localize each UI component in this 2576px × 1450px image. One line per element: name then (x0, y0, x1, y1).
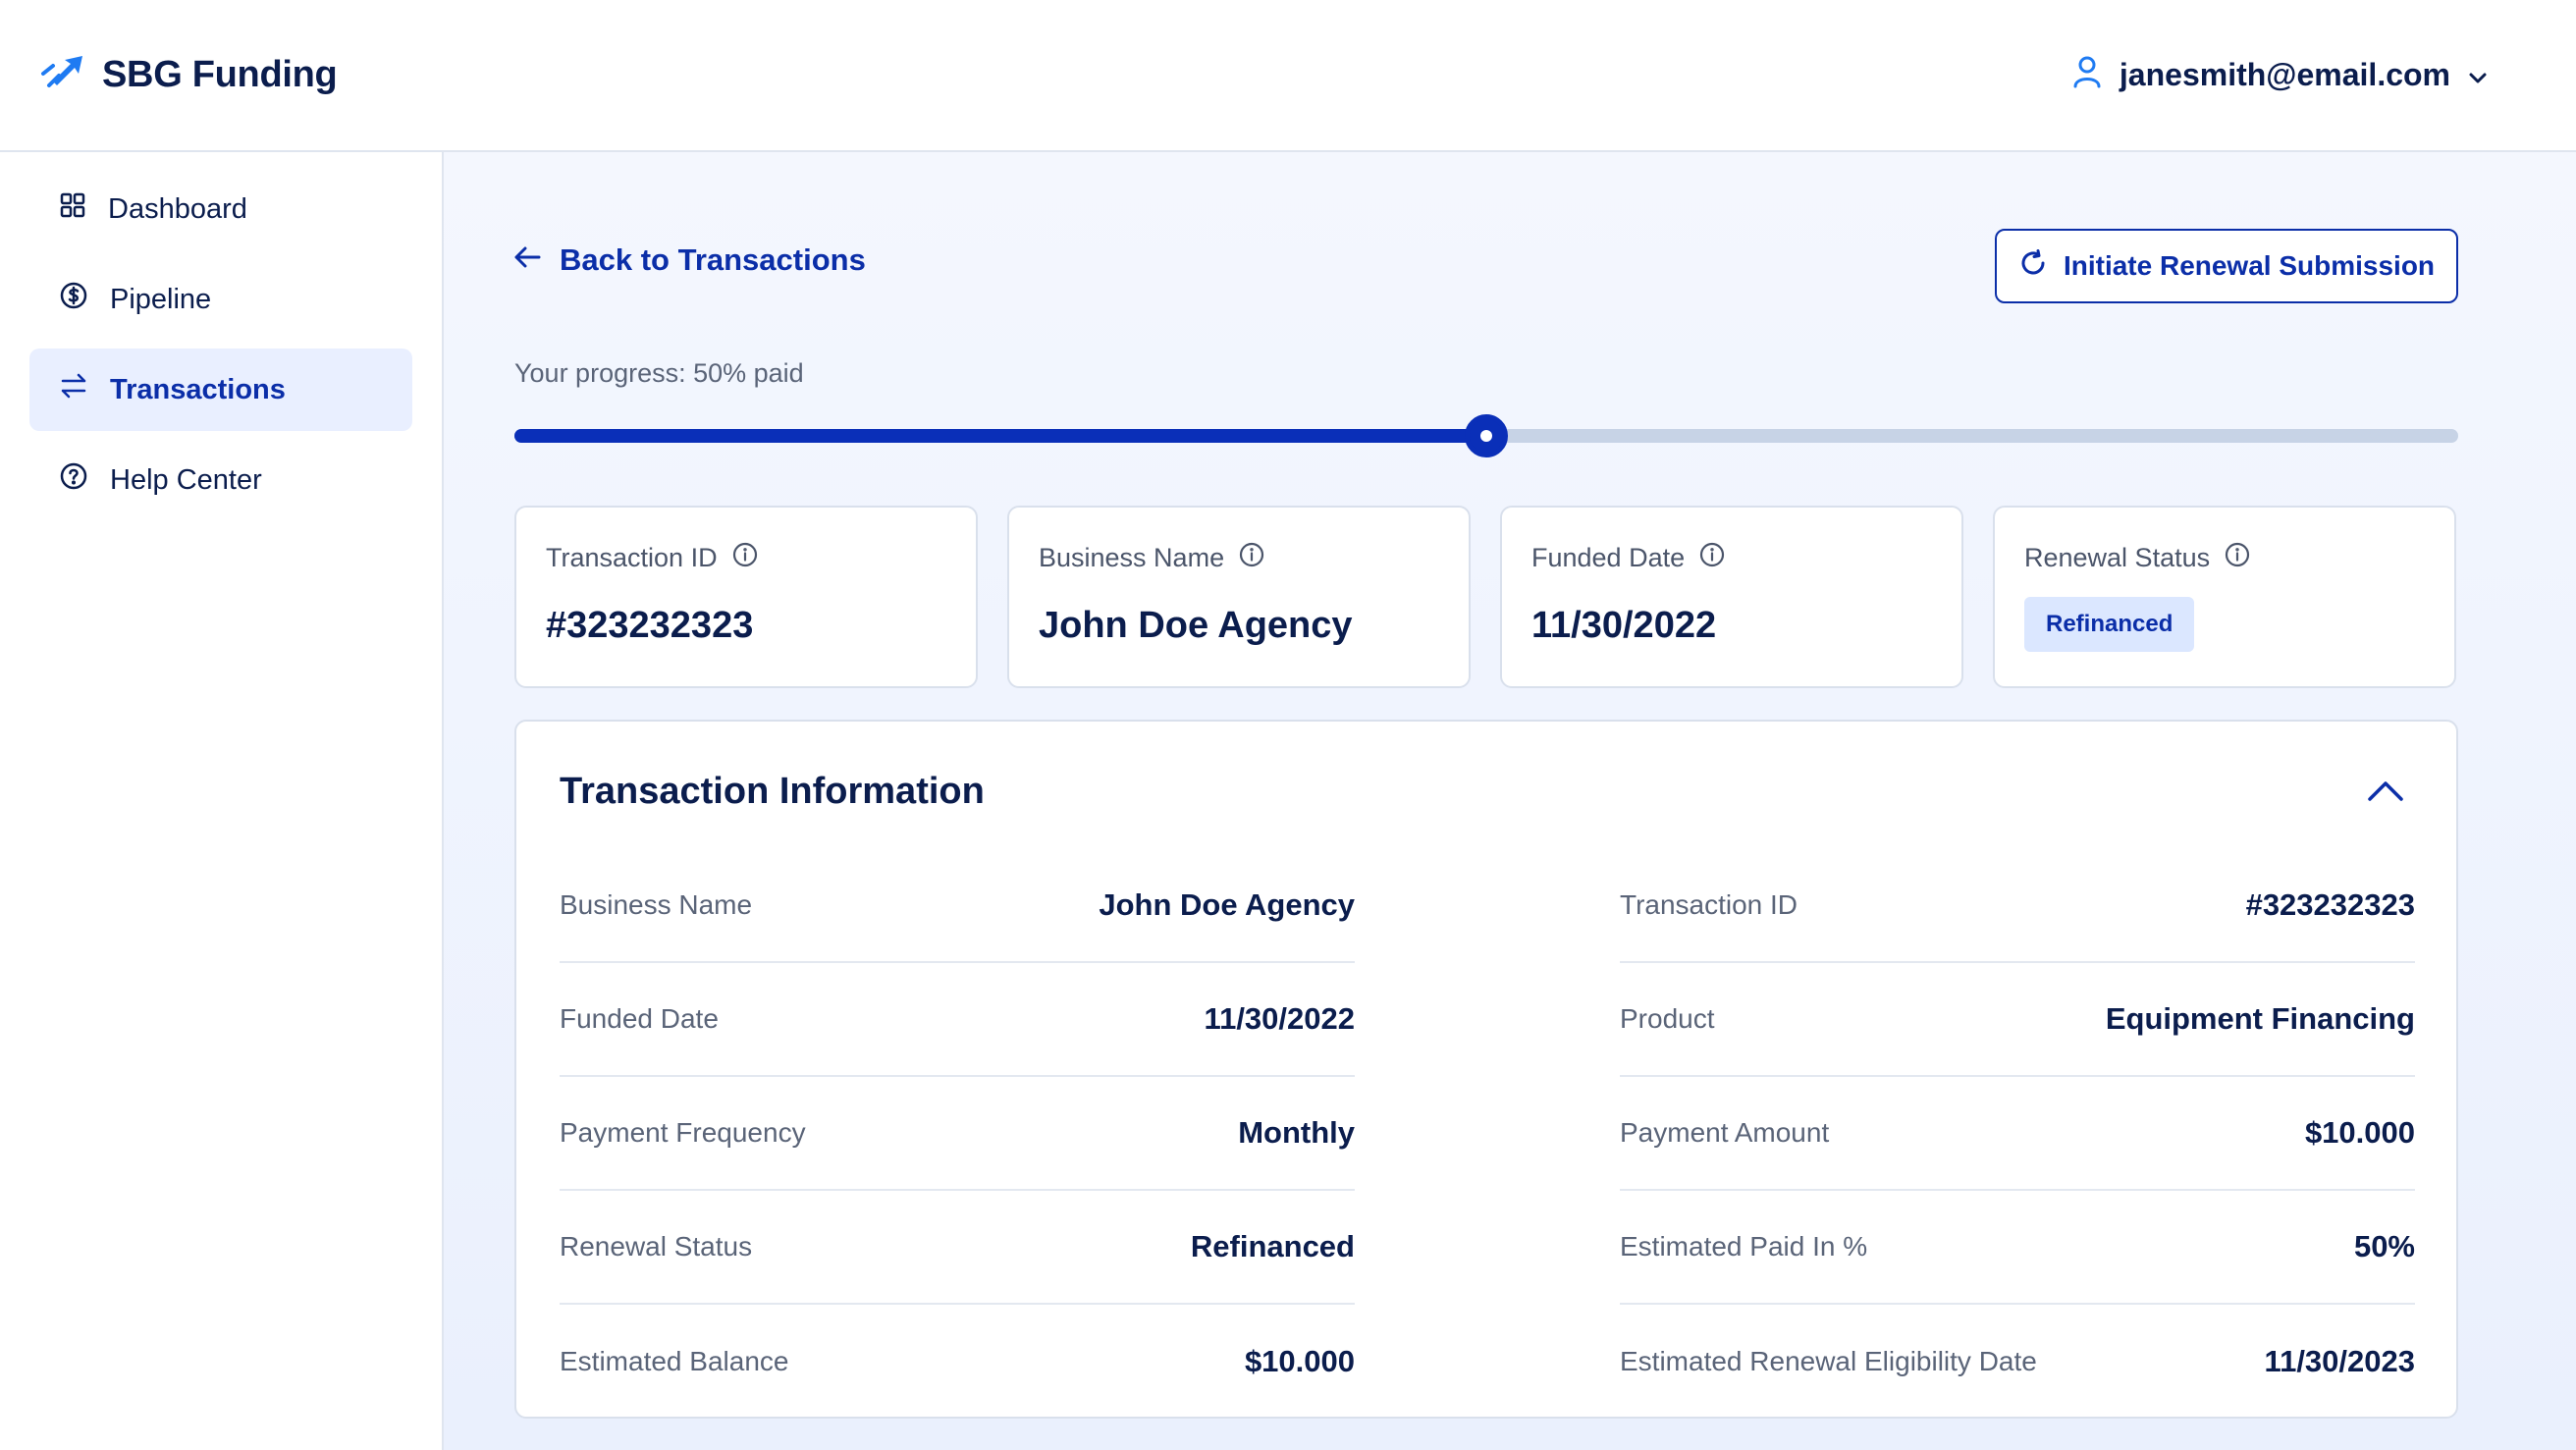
card-label: Renewal Status (2024, 543, 2211, 572)
help-circle-icon (59, 461, 88, 499)
info-label: Payment Amount (1620, 1117, 1830, 1148)
brand-name: SBG Funding (102, 54, 338, 95)
info-icon[interactable] (1698, 541, 1726, 575)
info-value: $10.000 (1244, 1344, 1355, 1378)
card-label: Business Name (1039, 543, 1225, 572)
summary-card-transaction-id: Transaction ID #323232323 (514, 506, 978, 688)
card-label-row: Renewal Status (2024, 541, 2425, 575)
card-value: 11/30/2022 (1531, 605, 1717, 646)
info-value: Monthly (1238, 1115, 1355, 1150)
back-to-transactions-link[interactable]: Back to Transactions (512, 242, 866, 278)
user-menu[interactable]: janesmith@email.com (2072, 55, 2488, 96)
sidebar: Dashboard Pipeline Transactions Help Cen… (0, 152, 444, 1450)
brand[interactable]: SBG Funding (39, 52, 338, 98)
info-row: Payment Amount $10.000 (1620, 1077, 2415, 1191)
card-label: Funded Date (1531, 543, 1686, 572)
info-value: John Doe Agency (1099, 887, 1355, 922)
info-column-left: Business Name John Doe Agency Funded Dat… (560, 849, 1355, 1419)
initiate-renewal-button[interactable]: Initiate Renewal Submission (1995, 229, 2458, 303)
info-value: 11/30/2022 (1204, 1001, 1355, 1036)
card-label-row: Funded Date (1531, 541, 1932, 575)
chevron-up-icon[interactable] (2366, 779, 2405, 809)
info-value: Equipment Financing (2105, 1001, 2415, 1036)
sidebar-item-pipeline[interactable]: Pipeline (29, 258, 412, 341)
main-content: Back to Transactions Initiate Renewal Su… (444, 152, 2576, 1450)
sidebar-item-label: Transactions (110, 373, 286, 405)
info-label: Payment Frequency (560, 1117, 806, 1148)
chevron-down-icon (2468, 57, 2488, 93)
card-value: John Doe Agency (1039, 605, 1353, 646)
info-value: Refinanced (1190, 1229, 1355, 1263)
summary-card-business-name: Business Name John Doe Agency (1007, 506, 1471, 688)
sidebar-item-label: Dashboard (108, 192, 247, 225)
card-label-row: Business Name (1039, 541, 1439, 575)
info-label: Renewal Status (560, 1231, 753, 1262)
info-column-right: Transaction ID #323232323 Product Equipm… (1620, 849, 2415, 1419)
user-email: janesmith@email.com (2119, 57, 2450, 92)
progress-label: Your progress: 50% paid (514, 358, 804, 388)
rocket-icon (39, 52, 86, 98)
swap-arrows-icon (59, 372, 88, 407)
info-icon[interactable] (731, 541, 759, 575)
info-row: Transaction ID #323232323 (1620, 849, 2415, 963)
progress-track (514, 414, 2458, 457)
summary-cards: Transaction ID #323232323 Business Name … (514, 506, 2456, 688)
info-label: Estimated Balance (560, 1346, 789, 1376)
back-link-label: Back to Transactions (560, 242, 866, 277)
info-label: Transaction ID (1620, 889, 1798, 920)
user-icon (2072, 55, 2102, 96)
panel-title: Transaction Information (560, 771, 985, 812)
card-value: #323232323 (546, 605, 754, 646)
info-row: Funded Date 11/30/2022 (560, 963, 1355, 1077)
info-value: $10.000 (2304, 1115, 2415, 1150)
sidebar-item-dashboard[interactable]: Dashboard (29, 168, 412, 250)
info-row: Business Name John Doe Agency (560, 849, 1355, 963)
info-icon[interactable] (1238, 541, 1265, 575)
dollar-circle-icon (59, 281, 88, 318)
renew-button-label: Initiate Renewal Submission (2063, 250, 2436, 281)
top-bar: SBG Funding janesmith@email.com (0, 0, 2576, 152)
progress-fill (514, 429, 1486, 443)
refresh-icon (2018, 248, 2048, 285)
info-label: Product (1620, 1003, 1715, 1034)
summary-card-renewal-status: Renewal Status Refinanced (1993, 506, 2456, 688)
transaction-information-panel: Transaction Information Business Name Jo… (514, 720, 2458, 1419)
info-value: #323232323 (2245, 887, 2415, 922)
info-label: Funded Date (560, 1003, 719, 1034)
info-row: Estimated Renewal Eligibility Date 11/30… (1620, 1305, 2415, 1419)
card-label-row: Transaction ID (546, 541, 946, 575)
sidebar-item-label: Help Center (110, 463, 262, 496)
sidebar-item-label: Pipeline (110, 283, 212, 315)
info-row: Estimated Paid In % 50% (1620, 1191, 2415, 1305)
card-label: Transaction ID (546, 543, 718, 572)
info-icon[interactable] (2224, 541, 2251, 575)
info-label: Estimated Paid In % (1620, 1231, 1868, 1262)
arrow-left-icon (512, 242, 542, 278)
sidebar-item-transactions[interactable]: Transactions (29, 349, 412, 431)
info-row: Product Equipment Financing (1620, 963, 2415, 1077)
info-label: Business Name (560, 889, 753, 920)
info-row: Estimated Balance $10.000 (560, 1305, 1355, 1419)
status-badge: Refinanced (2024, 597, 2195, 652)
sidebar-item-help-center[interactable]: Help Center (29, 439, 412, 521)
summary-card-funded-date: Funded Date 11/30/2022 (1500, 506, 1963, 688)
info-row: Renewal Status Refinanced (560, 1191, 1355, 1305)
info-value: 11/30/2023 (2264, 1344, 2415, 1378)
info-value: 50% (2353, 1229, 2415, 1263)
grid-icon (59, 191, 86, 227)
info-row: Payment Frequency Monthly (560, 1077, 1355, 1191)
progress-thumb[interactable] (1465, 414, 1508, 457)
info-label: Estimated Renewal Eligibility Date (1620, 1346, 2037, 1376)
